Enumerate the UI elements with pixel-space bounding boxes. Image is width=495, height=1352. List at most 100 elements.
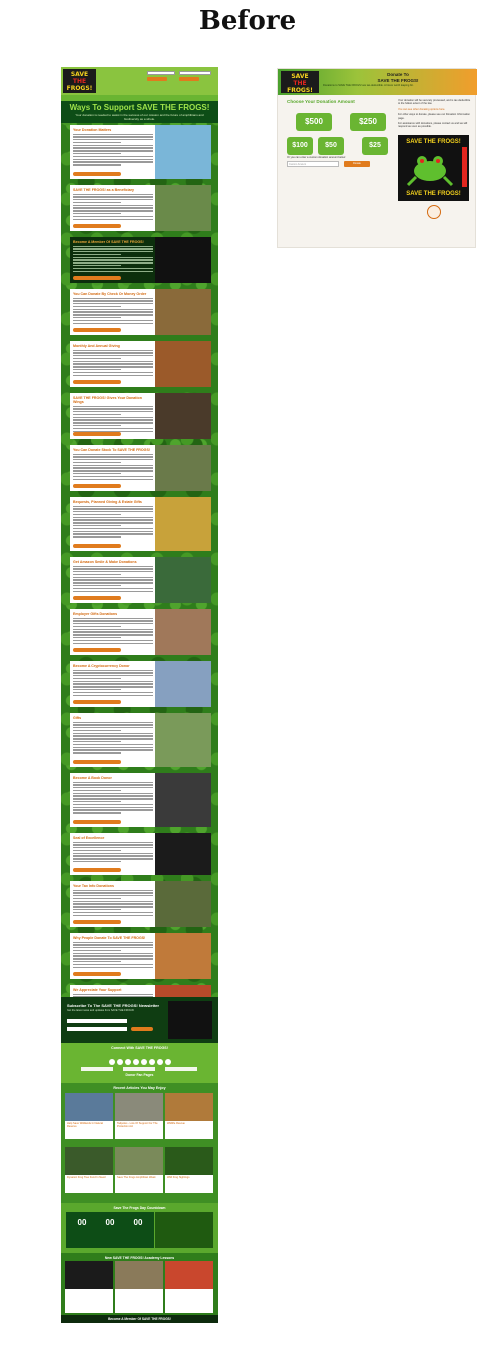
article-image xyxy=(65,1147,113,1175)
header-email-input[interactable] xyxy=(179,71,211,75)
academy-card[interactable] xyxy=(165,1261,213,1313)
academy-card[interactable] xyxy=(115,1261,163,1313)
newsletter-section: Subscribe To The SAVE THE FROGS! Newslet… xyxy=(61,997,218,1043)
amount-button-100[interactable]: $100 xyxy=(287,137,313,155)
card-title: You Can Donate By Check Or Money Order xyxy=(73,292,147,296)
donation-info: Your donation will be securely processed… xyxy=(398,99,472,131)
custom-amount-label: Or you can enter a custom donation amoun… xyxy=(287,156,346,159)
amount-button-500[interactable]: $500 xyxy=(296,113,332,131)
card-image xyxy=(155,833,211,875)
custom-amount-input[interactable]: Custom Amount xyxy=(287,161,339,167)
card-cta-button[interactable] xyxy=(73,820,121,824)
support-card: SAVE THE FROGS! as a Beneficiary xyxy=(70,185,211,231)
support-card: Monthly And Annual Giving xyxy=(70,341,211,387)
card-body-text xyxy=(73,193,153,220)
articles-title: Recent Articles You May Enjoy xyxy=(113,1086,166,1090)
card-body-text xyxy=(73,349,153,376)
article-card[interactable]: Dynamic Frog Tree Fund In Need xyxy=(65,1147,113,1193)
hero: Ways To Support SAVE THE FROGS! Your don… xyxy=(61,101,218,123)
donate-button[interactable]: Donate xyxy=(344,161,370,167)
countdown-box: 00 00 00 xyxy=(66,1212,154,1248)
fan-page-button[interactable] xyxy=(81,1067,113,1071)
right-page-screenshot: SAVE THE FROGS! Donate To SAVE THE FROGS… xyxy=(277,68,477,248)
card-body-text xyxy=(73,941,153,968)
card-cta-button[interactable] xyxy=(73,544,121,548)
newsletter-subscribe-button[interactable] xyxy=(131,1027,153,1031)
logo-line-1: SAVE xyxy=(291,73,309,80)
card-cta-button[interactable] xyxy=(73,276,121,280)
social-icon[interactable] xyxy=(148,1059,155,1065)
countdown-title: Save The Frogs Day Countdown xyxy=(113,1206,166,1210)
card-image xyxy=(155,713,211,767)
social-icon[interactable] xyxy=(164,1059,171,1065)
article-image xyxy=(115,1093,163,1121)
article-title: Dynamic Frog Tree Fund In Need xyxy=(67,1176,106,1179)
countdown-frog-image xyxy=(155,1212,213,1248)
logo-line-3: FROGS! xyxy=(66,85,93,92)
article-card[interactable]: Wildlife Rescue xyxy=(165,1093,213,1139)
article-card[interactable]: Help Save Wildlands In Natural Reserve xyxy=(65,1093,113,1139)
save-the-frogs-poster: SAVE THE FROGS! SAVE THE FROGS! xyxy=(398,135,469,201)
amount-button-25[interactable]: $25 xyxy=(362,137,388,155)
card-cta-button[interactable] xyxy=(73,920,121,924)
countdown-section: Save The Frogs Day Countdown 00 00 00 xyxy=(61,1203,218,1253)
article-card[interactable]: Save The Frogs Amphibian Week xyxy=(115,1147,163,1193)
hero-title: Ways To Support SAVE THE FROGS! xyxy=(69,103,210,112)
support-card: SAVE THE FROGS! Gives Your Donation Wing… xyxy=(70,393,211,439)
card-cta-button[interactable] xyxy=(73,868,121,872)
card-cta-button[interactable] xyxy=(73,972,121,976)
article-title: Save The Frogs Amphibian Week xyxy=(117,1176,156,1179)
connect-title: Connect With SAVE THE FROGS! xyxy=(111,1046,168,1050)
logo-line-2: THE xyxy=(293,80,307,87)
academy-card[interactable] xyxy=(65,1261,113,1313)
card-title: You Can Donate Stock To SAVE THE FROGS! xyxy=(73,448,151,452)
card-body-text xyxy=(73,721,153,754)
social-icon[interactable] xyxy=(116,1059,123,1065)
countdown-hours: 00 xyxy=(105,1218,115,1227)
card-title: Your Donation Matters xyxy=(73,128,112,132)
card-cta-button[interactable] xyxy=(73,648,121,652)
social-icon[interactable] xyxy=(156,1059,163,1065)
article-image xyxy=(165,1147,213,1175)
article-card[interactable]: Wild Frog Sightings xyxy=(165,1147,213,1193)
card-cta-button[interactable] xyxy=(73,172,121,176)
social-icon[interactable] xyxy=(108,1059,115,1065)
logo[interactable]: SAVE THE FROGS! xyxy=(281,71,319,94)
info-text: For assistance with donations, please co… xyxy=(398,122,468,129)
card-cta-button[interactable] xyxy=(73,596,121,600)
header-button-2[interactable] xyxy=(179,77,199,81)
article-card[interactable]: Tadpoles - Lots Of Support For The Prote… xyxy=(115,1093,163,1139)
card-cta-button[interactable] xyxy=(73,224,121,228)
amount-button-250[interactable]: $250 xyxy=(350,113,386,131)
info-link[interactable]: You can see other donating options here. xyxy=(398,108,472,111)
card-body-text xyxy=(73,405,153,432)
card-cta-button[interactable] xyxy=(73,484,121,488)
newsletter-text: Get the latest news and updates from SAV… xyxy=(67,1009,135,1012)
logo[interactable]: SAVE THE FROGS! xyxy=(63,69,96,93)
card-cta-button[interactable] xyxy=(73,328,121,332)
connect-section: Connect With SAVE THE FROGS! Donor Fan P… xyxy=(61,1043,218,1083)
donate-header: SAVE THE FROGS! Donate To SAVE THE FROGS… xyxy=(278,69,477,95)
card-cta-button[interactable] xyxy=(73,432,121,436)
card-body-text xyxy=(73,889,153,916)
fan-page-button[interactable] xyxy=(123,1067,155,1071)
card-title: Get Amazon Smile & Make Donations xyxy=(73,560,137,564)
amount-button-50[interactable]: $50 xyxy=(318,137,344,155)
card-image xyxy=(155,933,211,979)
hero-subtitle: Your donation is needed to assist in the… xyxy=(75,113,204,121)
article-title: Wild Frog Sightings xyxy=(167,1176,190,1179)
card-cta-button[interactable] xyxy=(73,380,121,384)
social-icon[interactable] xyxy=(140,1059,147,1065)
newsletter-name-input[interactable] xyxy=(67,1019,127,1023)
choose-amount-title: Choose Your Donation Amount xyxy=(287,99,355,104)
header-search-input[interactable] xyxy=(147,71,175,75)
social-icon[interactable] xyxy=(132,1059,139,1065)
card-body-text xyxy=(73,669,153,696)
card-cta-button[interactable] xyxy=(73,700,121,704)
header-button-1[interactable] xyxy=(147,77,167,81)
social-icon[interactable] xyxy=(124,1059,131,1065)
fan-page-button[interactable] xyxy=(165,1067,197,1071)
card-cta-button[interactable] xyxy=(73,760,121,764)
newsletter-email-input[interactable] xyxy=(67,1027,127,1031)
article-title: Help Save Wildlands In Natural Reserve xyxy=(67,1122,103,1129)
